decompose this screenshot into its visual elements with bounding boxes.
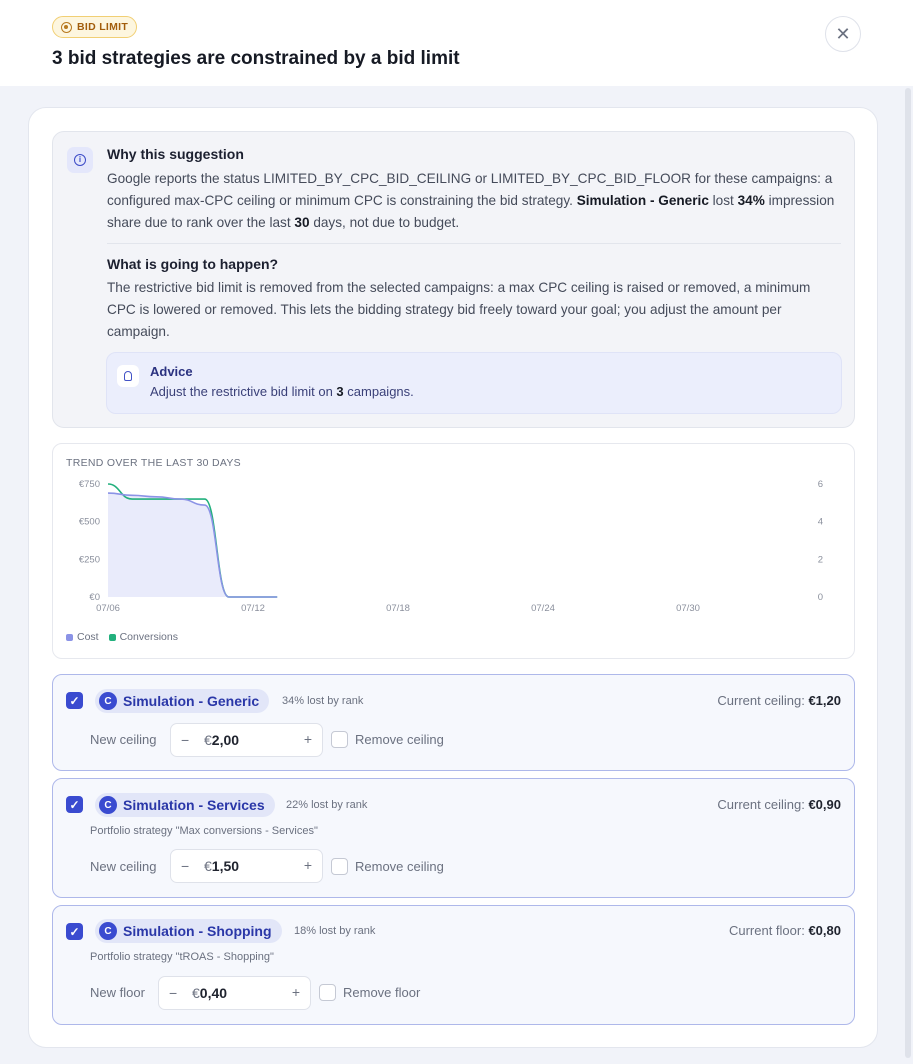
portfolio-strategy: Portfolio strategy "tROAS - Shopping"	[90, 951, 274, 963]
y-right-tick-label: 4	[818, 517, 823, 528]
campaign-chip: C Simulation - Services	[95, 793, 275, 817]
modal-header: BID LIMIT 3 bid strategies are constrain…	[0, 0, 913, 86]
advice-text: Adjust the restrictive bid limit on 3 ca…	[150, 384, 414, 399]
campaign-c-icon: C	[99, 922, 117, 940]
stepper-value[interactable]: €1,50	[204, 858, 239, 874]
lightbulb-icon	[117, 365, 139, 387]
y-right-tick-label: 0	[818, 592, 823, 603]
remove-limit-checkbox[interactable]	[331, 858, 348, 875]
x-tick-label: 07/06	[96, 603, 120, 614]
cost-area	[108, 493, 278, 597]
x-tick-label: 07/24	[531, 603, 555, 614]
checkmark-icon: ✓	[69, 797, 80, 812]
remove-limit-label[interactable]: Remove ceiling	[355, 859, 444, 874]
new-limit-stepper[interactable]: − €0,40 +	[158, 976, 311, 1010]
advice-title: Advice	[150, 364, 193, 379]
lost-by-rank: 34% lost by rank	[282, 695, 364, 707]
trend-chart: €0 €250 €500 €750 0 2 4 6 07/06 07/12 07/18 07/24 07…	[79, 479, 823, 614]
current-limit: Current floor: €0,80	[728, 923, 841, 938]
advice-box	[106, 352, 842, 414]
stepper-value[interactable]: €2,00	[204, 732, 239, 748]
remove-limit-checkbox[interactable]	[319, 984, 336, 1001]
lost-by-rank: 18% lost by rank	[294, 925, 376, 937]
portfolio-strategy: Portfolio strategy "Max conversions - Se…	[90, 825, 318, 837]
x-tick-label: 07/12	[241, 603, 265, 614]
y-left-tick-label: €250	[79, 554, 100, 565]
current-limit: Current ceiling: €0,90	[717, 797, 841, 812]
close-button[interactable]: ✕	[825, 16, 861, 52]
campaign-chip: C Simulation - Generic	[95, 689, 270, 713]
divider	[107, 243, 841, 244]
campaign-name: Simulation - Shopping	[123, 923, 272, 939]
why-title: Why this suggestion	[107, 146, 244, 162]
badge-label: BID LIMIT	[77, 21, 129, 33]
happen-title: What is going to happen?	[107, 256, 279, 272]
campaign-checkbox[interactable]: ✓	[66, 923, 83, 940]
new-limit-label: New ceiling	[90, 732, 157, 747]
current-limit: Current ceiling: €1,20	[717, 693, 841, 708]
new-limit-label: New floor	[90, 985, 145, 1000]
info-icon: i	[67, 147, 93, 173]
new-limit-stepper[interactable]: − €2,00 +	[170, 723, 323, 757]
increment-button[interactable]: +	[304, 731, 312, 747]
y-left-tick-label: €500	[79, 517, 100, 528]
chart-title: TREND OVER THE LAST 30 DAYS	[66, 457, 241, 469]
target-icon	[61, 21, 72, 33]
x-tick-label: 07/30	[676, 603, 700, 614]
y-left-tick-label: €0	[89, 592, 100, 603]
campaign-checkbox[interactable]: ✓	[66, 692, 83, 709]
legend-item-cost: Cost	[66, 631, 99, 643]
campaign-name: Simulation - Services	[123, 797, 265, 813]
decrement-button[interactable]: −	[181, 858, 189, 874]
bid-limit-badge: BID LIMIT	[52, 16, 138, 38]
remove-limit-label[interactable]: Remove floor	[343, 985, 420, 1000]
remove-limit-checkbox[interactable]	[331, 731, 348, 748]
scrollbar[interactable]	[905, 88, 911, 1058]
close-icon: ✕	[835, 23, 851, 44]
y-right-tick-label: 6	[818, 479, 823, 490]
y-right-tick-label: 2	[818, 554, 823, 565]
campaign-checkbox[interactable]: ✓	[66, 796, 83, 813]
new-limit-stepper[interactable]: − €1,50 +	[170, 849, 323, 883]
decrement-button[interactable]: −	[169, 985, 177, 1001]
checkmark-icon: ✓	[69, 693, 80, 708]
campaign-name: Simulation - Generic	[123, 693, 260, 709]
campaign-c-icon: C	[99, 796, 117, 814]
remove-limit-label[interactable]: Remove ceiling	[355, 732, 444, 747]
y-left-tick-label: €750	[79, 479, 100, 490]
new-limit-label: New ceiling	[90, 859, 157, 874]
legend-item-conversions: Conversions	[108, 631, 178, 643]
x-tick-label: 07/18	[386, 603, 410, 614]
stepper-value[interactable]: €0,40	[192, 985, 227, 1001]
modal-title: 3 bid strategies are constrained by a bi…	[52, 48, 460, 69]
decrement-button[interactable]: −	[181, 732, 189, 748]
increment-button[interactable]: +	[304, 857, 312, 873]
campaign-chip: C Simulation - Shopping	[95, 919, 282, 943]
campaign-c-icon: C	[99, 692, 117, 710]
checkmark-icon: ✓	[69, 924, 80, 939]
lost-by-rank: 22% lost by rank	[286, 799, 368, 811]
happen-text: The restrictive bid limit is removed fro…	[107, 280, 811, 339]
chart-legend: Cost Conversions	[66, 631, 178, 643]
increment-button[interactable]: +	[292, 984, 300, 1000]
why-text: Google reports the status LIMITED_BY_CPC…	[107, 171, 835, 230]
